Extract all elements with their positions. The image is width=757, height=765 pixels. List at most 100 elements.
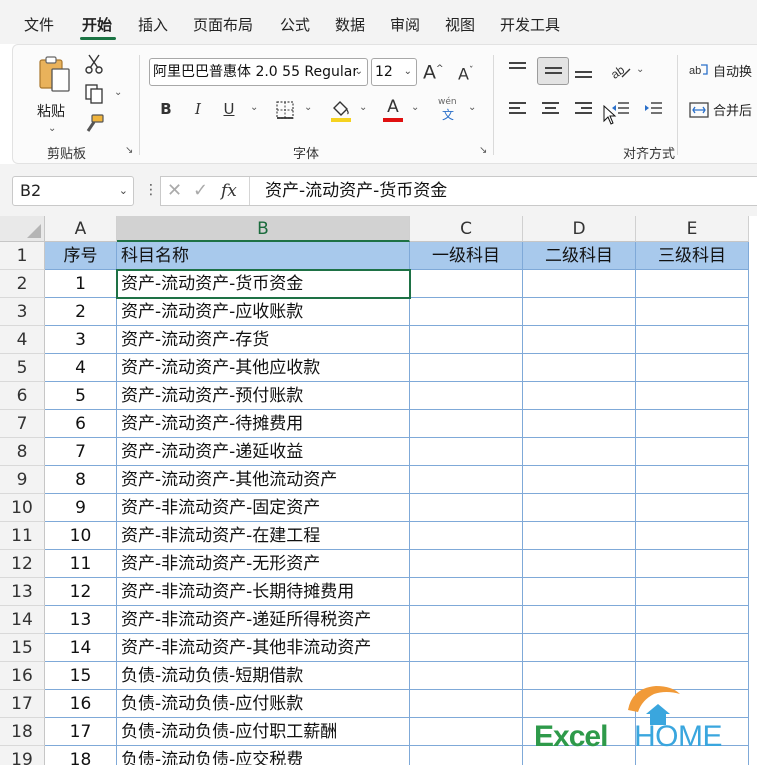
cell[interactable] [410,522,523,550]
cell[interactable] [636,494,749,522]
enter-icon[interactable]: ✓ [193,177,208,205]
cell[interactable] [636,438,749,466]
row-header[interactable]: 7 [0,410,45,438]
cell[interactable]: 11 [45,550,117,578]
cell[interactable]: 一级科目 [410,242,523,270]
cell[interactable] [410,690,523,718]
bold-button[interactable]: B [158,98,174,120]
cell[interactable] [523,466,636,494]
cell[interactable] [523,354,636,382]
font-launcher-icon[interactable]: ↘ [479,145,487,156]
align-right-button[interactable] [574,99,594,119]
cell[interactable] [523,634,636,662]
cell[interactable]: 资产-流动资产-存货 [117,326,410,354]
row-header[interactable]: 4 [0,326,45,354]
cell[interactable]: 12 [45,578,117,606]
cell[interactable] [410,354,523,382]
cell[interactable] [410,326,523,354]
row-header[interactable]: 16 [0,662,45,690]
italic-button[interactable]: I [190,98,206,120]
cell[interactable]: 二级科目 [523,242,636,270]
underline-button[interactable]: U [221,98,237,120]
borders-icon[interactable] [275,100,295,120]
row-header[interactable]: 10 [0,494,45,522]
cell[interactable] [523,382,636,410]
cell[interactable] [523,606,636,634]
cell[interactable]: 15 [45,662,117,690]
cell[interactable] [523,578,636,606]
cell[interactable] [410,718,523,746]
cell[interactable] [523,410,636,438]
row-header[interactable]: 14 [0,606,45,634]
cell[interactable]: 负债-流动负债-短期借款 [117,662,410,690]
align-middle-button[interactable] [537,57,569,85]
wrap-text-icon[interactable]: ab [689,61,709,81]
cell[interactable] [636,466,749,494]
fill-color-dropdown-icon[interactable]: ⌄ [359,102,367,113]
formula-bar-grip-icon[interactable]: ⋮ [144,181,158,199]
row-header[interactable]: 6 [0,382,45,410]
cell[interactable]: 4 [45,354,117,382]
name-box[interactable]: B2 ⌄ [12,176,134,206]
increase-indent-icon[interactable] [643,99,663,119]
cell[interactable]: 资产-非流动资产-其他非流动资产 [117,634,410,662]
cell[interactable]: 三级科目 [636,242,749,270]
copy-dropdown-icon[interactable]: ⌄ [114,87,122,98]
column-header-e[interactable]: E [636,216,749,242]
cell[interactable] [636,578,749,606]
column-header-d[interactable]: D [523,216,636,242]
cell[interactable]: 资产-流动资产-货币资金 [117,270,410,298]
cell[interactable]: 负债-流动负债-应付账款 [117,690,410,718]
font-size-dropdown-icon[interactable]: ⌄ [404,59,412,85]
cell[interactable]: 3 [45,326,117,354]
row-header[interactable]: 19 [0,746,45,765]
insert-function-button[interactable]: fx [221,177,237,205]
decrease-font-size-button[interactable]: Aˇ [458,60,473,85]
cell[interactable]: 10 [45,522,117,550]
row-header[interactable]: 1 [0,242,45,270]
cell[interactable] [636,410,749,438]
tab-review[interactable]: 审阅 [390,15,420,35]
row-header[interactable]: 2 [0,270,45,298]
cell[interactable] [410,746,523,765]
cell[interactable]: 资产-流动资产-其他流动资产 [117,466,410,494]
name-box-dropdown-icon[interactable]: ⌄ [119,177,128,205]
column-header-c[interactable]: C [410,216,523,242]
cell[interactable]: 资产-流动资产-待摊费用 [117,410,410,438]
cell[interactable]: 8 [45,466,117,494]
tab-view[interactable]: 视图 [445,15,475,35]
row-header[interactable]: 12 [0,550,45,578]
cell[interactable]: 5 [45,382,117,410]
font-name-combo[interactable]: 阿里巴巴普惠体 2.0 55 Regular ⌄ [149,58,368,86]
cell[interactable]: 序号 [45,242,117,270]
cell[interactable] [523,522,636,550]
cell[interactable] [410,270,523,298]
cell[interactable] [410,438,523,466]
cell[interactable] [636,634,749,662]
underline-dropdown-icon[interactable]: ⌄ [250,102,258,113]
row-header[interactable]: 9 [0,466,45,494]
cell[interactable]: 资产-非流动资产-长期待摊费用 [117,578,410,606]
cell[interactable]: 17 [45,718,117,746]
tab-home[interactable]: 开始 [82,15,112,35]
cell[interactable]: 2 [45,298,117,326]
cell[interactable]: 1 [45,270,117,298]
cell[interactable]: 14 [45,634,117,662]
cell[interactable] [636,550,749,578]
cell[interactable]: 资产-流动资产-其他应收款 [117,354,410,382]
tab-developer[interactable]: 开发工具 [500,15,560,35]
cell[interactable]: 9 [45,494,117,522]
tab-page-layout[interactable]: 页面布局 [193,15,253,35]
font-color-button[interactable]: A [383,96,403,118]
select-all-button[interactable] [0,216,45,242]
cell[interactable]: 6 [45,410,117,438]
orientation-dropdown-icon[interactable]: ⌄ [636,64,644,75]
cell[interactable] [636,298,749,326]
cell[interactable] [410,578,523,606]
cell[interactable] [636,382,749,410]
cell[interactable] [636,606,749,634]
font-name-dropdown-icon[interactable]: ⌄ [355,59,363,85]
row-header[interactable]: 15 [0,634,45,662]
cell[interactable] [410,606,523,634]
font-color-dropdown-icon[interactable]: ⌄ [411,102,419,113]
